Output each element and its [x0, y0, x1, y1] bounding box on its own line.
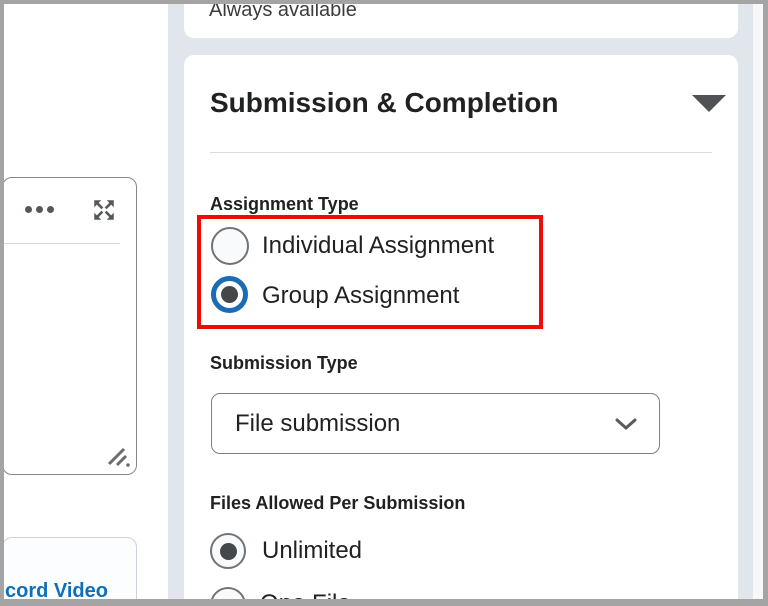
- frame-border-bottom: [0, 599, 768, 606]
- frame-border-left: [0, 0, 4, 606]
- frame-border-top: [0, 0, 768, 4]
- scrollbar-track: [753, 0, 763, 606]
- resize-handle[interactable]: [107, 444, 131, 468]
- editor-toolbar-box: [2, 177, 137, 475]
- ellipsis-icon: [36, 206, 43, 213]
- section-divider: [210, 152, 712, 153]
- chevron-down-icon: [615, 418, 637, 430]
- fullscreen-button[interactable]: [91, 197, 117, 223]
- toolbar-divider: [3, 243, 120, 244]
- submission-type-select[interactable]: File submission: [211, 393, 660, 454]
- files-allowed-label: Files Allowed Per Submission: [210, 492, 465, 514]
- ellipsis-icon: [25, 206, 32, 213]
- availability-card: Always available: [184, 0, 738, 38]
- resize-handle-icon: [107, 444, 131, 468]
- screenshot-root: Always available: [0, 0, 768, 606]
- more-options-button[interactable]: [25, 206, 54, 213]
- collapse-caret-icon[interactable]: [692, 95, 726, 112]
- radio-unlimited[interactable]: [210, 533, 246, 569]
- red-highlight-annotation: [197, 215, 543, 329]
- assignment-type-label: Assignment Type: [210, 193, 359, 215]
- submission-type-value: File submission: [235, 394, 400, 453]
- ellipsis-icon: [47, 206, 54, 213]
- radio-selected-dot: [220, 543, 237, 560]
- section-title: Submission & Completion: [210, 86, 558, 120]
- record-video-card: cord Video: [2, 537, 137, 606]
- frame-border-right: [763, 0, 768, 606]
- submission-completion-card: Submission & Completion Assignment Type …: [184, 55, 738, 606]
- radio-unlimited-label[interactable]: Unlimited: [262, 536, 362, 566]
- expand-arrows-icon: [91, 197, 117, 223]
- submission-type-label: Submission Type: [210, 352, 358, 374]
